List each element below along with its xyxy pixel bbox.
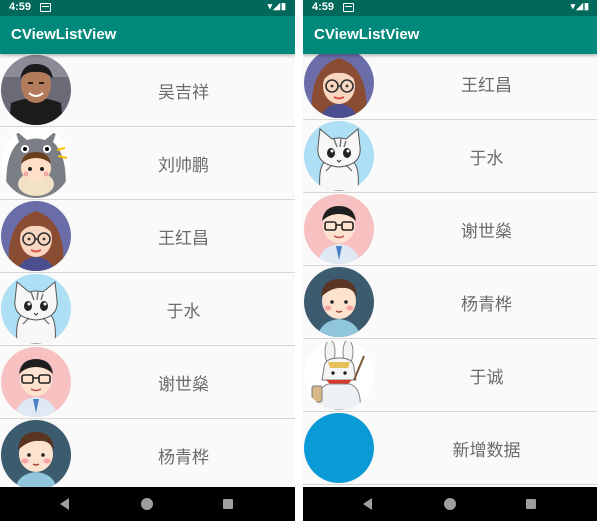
list-item-name: 于水 — [469, 149, 504, 169]
back-icon[interactable] — [60, 498, 69, 510]
app-title: CViewListView — [314, 26, 420, 43]
list-item[interactable]: 新增数据 — [303, 412, 597, 485]
navigation-bar — [303, 487, 597, 521]
list-item[interactable]: 杨青桦 — [0, 419, 295, 487]
boy-avatar — [1, 420, 71, 487]
totoro-girl-avatar — [1, 128, 71, 198]
list-item-name: 于水 — [166, 302, 201, 322]
list-item-name: 谢世燊 — [461, 222, 512, 242]
list-item-name: 谢世燊 — [158, 375, 209, 395]
list-item[interactable]: 杨青桦 — [303, 266, 597, 339]
glasses-woman-avatar — [1, 201, 71, 271]
list-item-name: 吴吉祥 — [158, 83, 209, 103]
list-item-name: 王红昌 — [461, 76, 512, 96]
list-item-name: 杨青桦 — [158, 448, 209, 468]
list-item-name: 于诚 — [469, 368, 504, 388]
boy-avatar — [304, 267, 374, 337]
list-item[interactable]: 王红昌 — [303, 54, 597, 120]
list-item[interactable]: 于水 — [0, 273, 295, 346]
status-time: 4:59 — [9, 1, 32, 13]
app-title: CViewListView — [11, 26, 117, 43]
list-item[interactable]: 王红昌 — [0, 200, 295, 273]
status-bar: 4:59 ▾◢▮ — [0, 0, 295, 16]
list-item[interactable]: 于水 — [303, 120, 597, 193]
notification-icon — [40, 3, 51, 12]
phone-screen-right: 4:59 ▾◢▮ CViewListView 王红昌 于水 谢世燊 杨青桦 于诚… — [303, 0, 597, 521]
rabbit-avatar — [304, 340, 374, 410]
contact-list[interactable]: 吴吉祥 刘帅鹏 王红昌 于水 谢世燊 杨青桦 — [0, 54, 295, 487]
list-item[interactable]: 谢世燊 — [303, 193, 597, 266]
list-item-name: 王红昌 — [158, 229, 209, 249]
home-icon[interactable] — [141, 498, 153, 510]
home-icon[interactable] — [444, 498, 456, 510]
photo-avatar — [1, 55, 71, 125]
cat-avatar — [1, 274, 71, 344]
back-icon[interactable] — [363, 498, 372, 510]
glasses-boy-avatar — [1, 347, 71, 417]
recent-apps-icon[interactable] — [526, 499, 536, 509]
list-item-name: 刘帅鹏 — [158, 156, 209, 176]
list-item[interactable]: 于诚 — [303, 339, 597, 412]
app-bar: CViewListView — [303, 16, 597, 54]
list-item[interactable]: 刘帅鹏 — [0, 127, 295, 200]
status-time: 4:59 — [312, 1, 335, 13]
app-bar: CViewListView — [0, 16, 295, 54]
list-item[interactable]: 谢世燊 — [0, 346, 295, 419]
glasses-boy-avatar — [304, 194, 374, 264]
status-bar: 4:59 ▾◢▮ — [303, 0, 597, 16]
notification-icon — [343, 3, 354, 12]
navigation-bar — [0, 487, 295, 521]
recent-apps-icon[interactable] — [223, 499, 233, 509]
list-item[interactable]: 吴吉祥 — [0, 54, 295, 127]
cat-avatar — [304, 121, 374, 191]
glasses-woman-avatar — [304, 54, 374, 118]
status-icons: ▾◢▮ — [267, 1, 287, 11]
list-item-name: 杨青桦 — [461, 295, 512, 315]
contact-list[interactable]: 王红昌 于水 谢世燊 杨青桦 于诚 新增数据 — [303, 54, 597, 487]
blue-circle-avatar — [304, 413, 374, 483]
phone-screen-left: 4:59 ▾◢▮ CViewListView 吴吉祥 刘帅鹏 王红昌 于水 谢世… — [0, 0, 295, 521]
status-icons: ▾◢▮ — [570, 1, 590, 11]
list-item-name: 新增数据 — [452, 441, 521, 461]
